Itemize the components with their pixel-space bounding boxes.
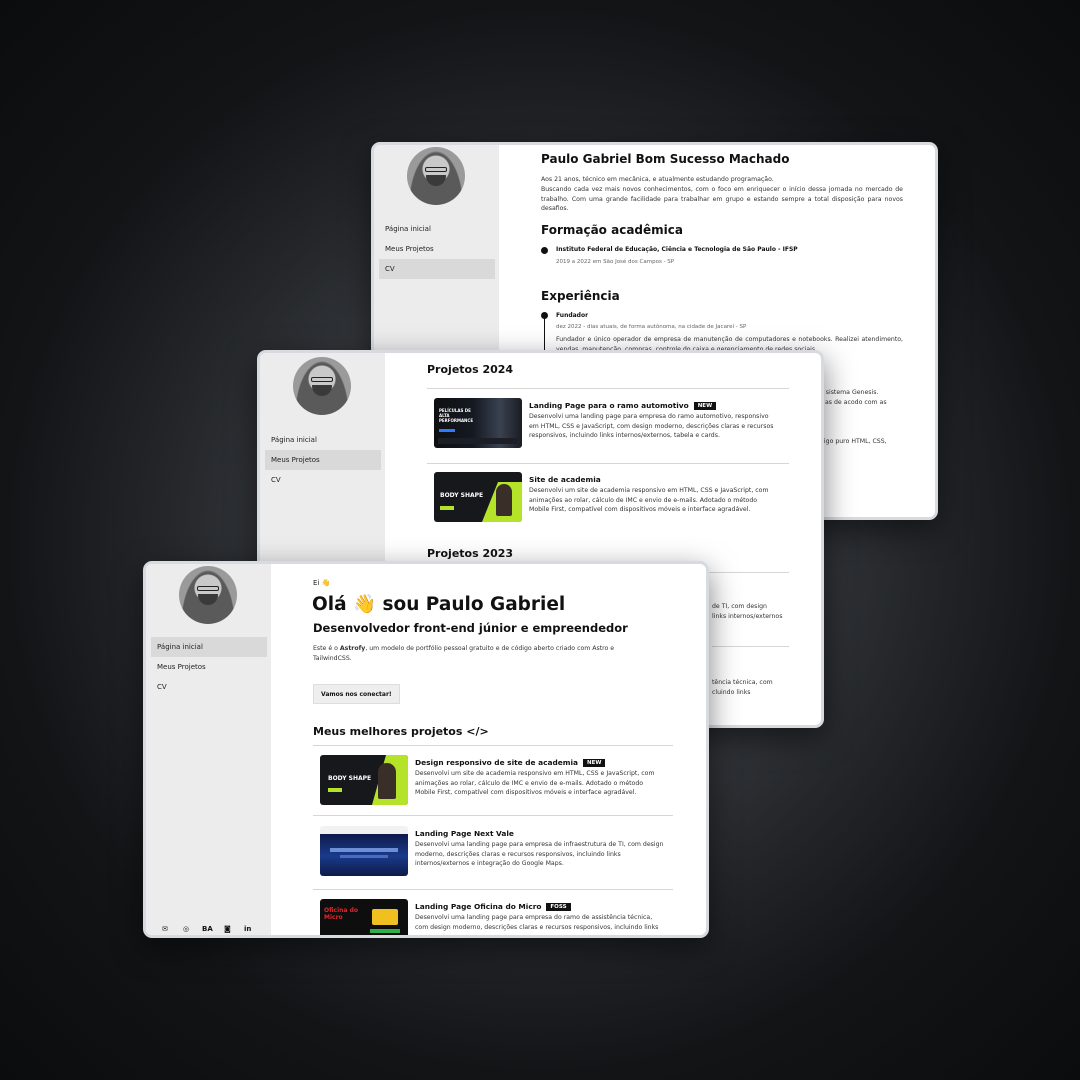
divider: [427, 463, 789, 464]
project-thumbnail: Oficina do Micro: [320, 899, 408, 935]
project-title: Landing Page Next Vale: [415, 829, 514, 838]
thumbnail-caption: BODY SHAPE: [328, 775, 372, 782]
new-badge: NEW: [582, 759, 606, 767]
sidebar-item-projects[interactable]: Meus Projetos: [379, 239, 495, 259]
best-projects-title: Meus melhores projetos </>: [313, 725, 489, 738]
cv-text-fragment: digo puro HTML, CSS,: [820, 438, 887, 445]
home-sidebar: Página inicial Meus Projetos CV ✉ ◎ BA ◙…: [146, 564, 271, 935]
avatar: [293, 357, 351, 415]
sidebar-item-home[interactable]: Página inicial: [265, 430, 381, 450]
sidebar-item-cv[interactable]: CV: [265, 470, 381, 490]
divider: [313, 815, 673, 816]
avatar: [407, 147, 465, 205]
project-card[interactable]: PELÍCULAS DE ALTA PERFORMANCE Landing Pa…: [434, 398, 789, 453]
sidebar-item-home[interactable]: Página inicial: [151, 637, 267, 657]
exp-role: Fundador: [556, 312, 589, 319]
cv-text-fragment: o sistema Genesis.: [820, 389, 879, 396]
projects-text-fragment: tência técnica, com: [712, 679, 773, 686]
exp-date: dez 2022 - dias atuais, de forma autônom…: [556, 324, 747, 330]
cv-bio-2: Buscando cada vez mais novos conheciment…: [541, 186, 903, 213]
instagram-icon[interactable]: ◙: [224, 925, 231, 933]
project-title: Landing Page para o ramo automotivo NEW: [529, 401, 717, 410]
projects-text-fragment: links internos/externos: [712, 613, 783, 620]
greeting: Ei 👋: [313, 579, 331, 587]
project-description: Desenvolvi uma landing page para empresa…: [529, 413, 774, 440]
email-icon[interactable]: ✉: [162, 925, 168, 933]
project-title: Site de academia: [529, 475, 601, 484]
sidebar-item-projects[interactable]: Meus Projetos: [151, 657, 267, 677]
project-description: Desenvolvi um site de academia responsiv…: [529, 487, 769, 514]
project-description: Desenvolvi uma landing page para empresa…: [415, 841, 664, 868]
project-card[interactable]: Landing Page Next Vale Desenvolvi uma la…: [320, 826, 675, 881]
project-card[interactable]: BODY SHAPE Site de academia Desenvolvi u…: [434, 472, 789, 527]
avatar: [179, 566, 237, 624]
timeline-dot: [541, 247, 548, 254]
edu-school: Instituto Federal de Educação, Ciência e…: [556, 246, 798, 253]
intro-text: Este é o Astrofy, um modelo de portfólio…: [313, 645, 615, 662]
projects-text-fragment: cluindo links: [712, 689, 751, 696]
github-icon[interactable]: ◎: [183, 925, 189, 933]
sidebar-item-home[interactable]: Página inicial: [379, 219, 495, 239]
project-card[interactable]: Oficina do Micro Landing Page Oficina do…: [320, 899, 675, 935]
project-description: Desenvolvi um site de academia responsiv…: [415, 770, 655, 797]
behance-icon[interactable]: BA: [202, 925, 213, 933]
divider: [313, 745, 673, 746]
projects-2024-title: Projetos 2024: [427, 363, 514, 376]
divider: [712, 646, 789, 647]
linkedin-icon[interactable]: in: [244, 925, 251, 933]
project-title: Landing Page Oficina do Micro FOSS: [415, 902, 571, 911]
project-card[interactable]: BODY SHAPE Design responsivo de site de …: [320, 755, 675, 807]
connect-button[interactable]: Vamos nos conectar!: [313, 684, 400, 704]
experience-title: Experiência: [541, 289, 620, 303]
new-badge: NEW: [693, 402, 717, 410]
cv-name: Paulo Gabriel Bom Sucesso Machado: [541, 152, 790, 166]
project-thumbnail: [320, 826, 408, 876]
foss-badge: FOSS: [546, 903, 571, 911]
cv-bio-1: Aos 21 anos, técnico em mecânica, e atua…: [541, 176, 774, 183]
hero-subtitle: Desenvolvedor front-end júnior e empreen…: [313, 621, 628, 635]
hero-headline: Olá 👋 sou Paulo Gabriel: [312, 594, 566, 615]
project-thumbnail: PELÍCULAS DE ALTA PERFORMANCE: [434, 398, 522, 448]
projects-text-fragment: de TI, com design: [712, 603, 767, 610]
divider: [313, 889, 673, 890]
project-title: Design responsivo de site de academia NEW: [415, 758, 606, 767]
sidebar-item-projects[interactable]: Meus Projetos: [265, 450, 381, 470]
home-main: Ei 👋 Olá 👋 sou Paulo Gabriel Desenvolved…: [271, 564, 706, 935]
project-thumbnail: BODY SHAPE: [320, 755, 408, 805]
project-thumbnail: BODY SHAPE: [434, 472, 522, 522]
projects-2023-title: Projetos 2023: [427, 547, 514, 560]
thumbnail-caption: BODY SHAPE: [440, 492, 484, 499]
project-description: Desenvolvi uma landing page para empresa…: [415, 914, 659, 931]
thumbnail-caption: PELÍCULAS DE ALTA PERFORMANCE: [439, 408, 474, 423]
thumbnail-caption: Oficina do Micro: [324, 907, 358, 921]
edu-date: 2019 a 2022 em São José dos Campos - SP: [556, 259, 675, 265]
sidebar-item-cv[interactable]: CV: [151, 677, 267, 697]
sidebar-item-cv[interactable]: CV: [379, 259, 495, 279]
divider: [427, 388, 789, 389]
home-window: Página inicial Meus Projetos CV ✉ ◎ BA ◙…: [143, 561, 709, 938]
cv-text-fragment: as de acodo com as: [825, 399, 887, 406]
education-title: Formação acadêmica: [541, 223, 683, 237]
